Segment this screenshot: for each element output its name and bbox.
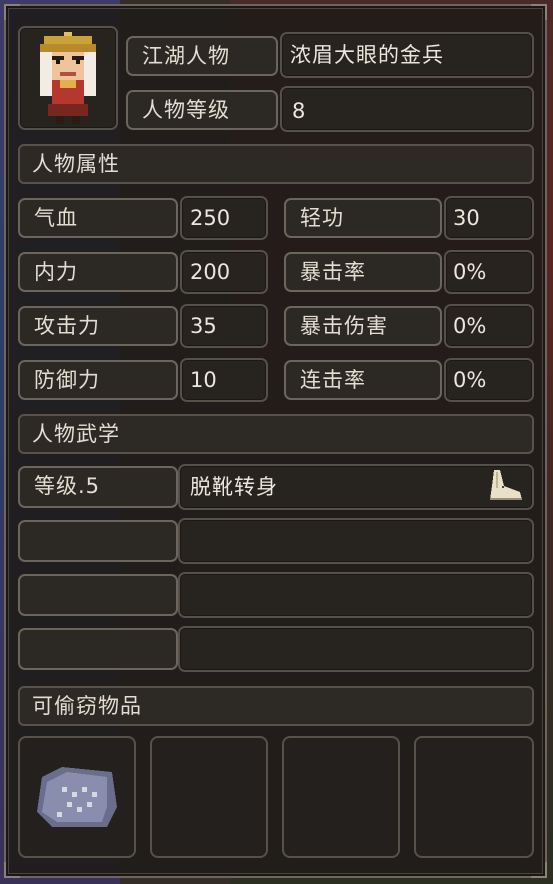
martial-header: 人物武学 — [18, 414, 534, 454]
skill-row-empty[interactable] — [178, 518, 534, 564]
attr-label-mp: 内力 — [18, 252, 178, 292]
skill-name: 脱靴转身 — [190, 475, 278, 499]
items-header: 可偷窃物品 — [18, 686, 534, 726]
boot-icon — [490, 470, 522, 500]
level-label: 人物等级 — [126, 90, 278, 130]
attr-value-attack: 35 — [190, 314, 217, 338]
item-slot-empty[interactable] — [150, 736, 268, 858]
scroll-icon — [37, 767, 117, 827]
attr-value-agility: 30 — [453, 206, 480, 230]
attr-label-attack: 攻击力 — [18, 306, 178, 346]
skill-level: 等级.5 — [18, 466, 178, 508]
skill-level-empty — [18, 520, 178, 562]
attr-value-crit-damage: 0% — [453, 314, 487, 338]
portrait-frame — [18, 26, 118, 130]
character-level: 8 — [292, 99, 306, 123]
attr-label-hp: 气血 — [18, 198, 178, 238]
character-portrait — [40, 32, 96, 124]
item-slot[interactable] — [18, 736, 136, 858]
item-slot-empty[interactable] — [282, 736, 400, 858]
attr-label-combo-rate: 连击率 — [284, 360, 442, 400]
item-slot-empty[interactable] — [414, 736, 534, 858]
skill-row-empty[interactable] — [178, 572, 534, 618]
attr-value-crit-rate: 0% — [453, 260, 487, 284]
attr-value-defense: 10 — [190, 368, 217, 392]
name-label: 江湖人物 — [126, 36, 278, 76]
attr-value-hp: 250 — [190, 206, 231, 230]
attr-label-agility: 轻功 — [284, 198, 442, 238]
attr-label-crit-damage: 暴击伤害 — [284, 306, 442, 346]
attr-label-defense: 防御力 — [18, 360, 178, 400]
skill-level-empty — [18, 628, 178, 670]
attr-value-combo-rate: 0% — [453, 368, 487, 392]
skill-level-empty — [18, 574, 178, 616]
attributes-header: 人物属性 — [18, 144, 534, 184]
skill-row-empty[interactable] — [178, 626, 534, 672]
attr-value-mp: 200 — [190, 260, 231, 284]
level-field — [280, 86, 534, 132]
attr-label-crit-rate: 暴击率 — [284, 252, 442, 292]
character-name: 浓眉大眼的金兵 — [290, 43, 444, 67]
